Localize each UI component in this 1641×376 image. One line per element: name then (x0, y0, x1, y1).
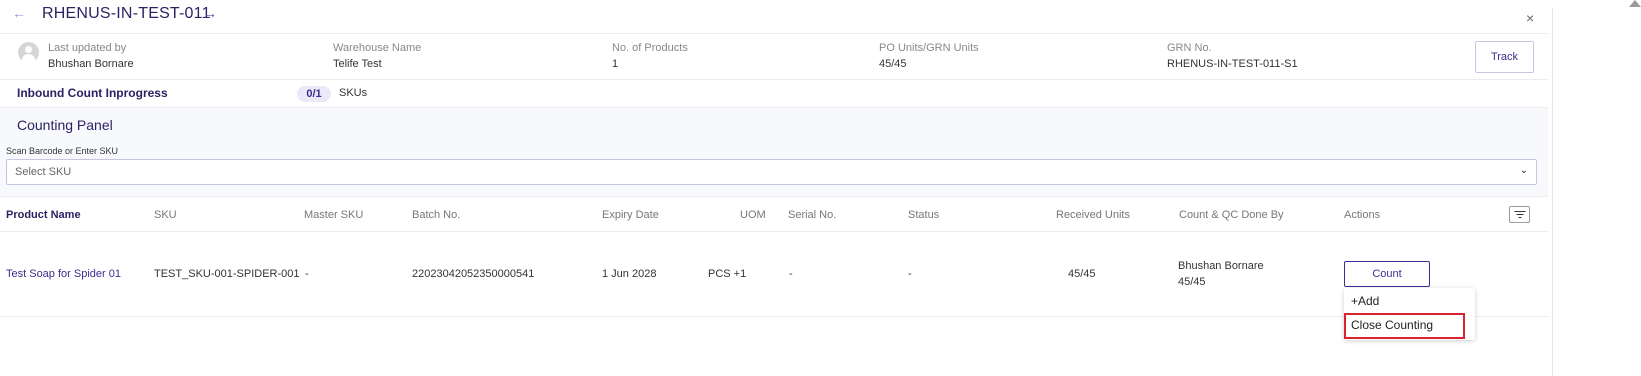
sku-select[interactable]: Select SKU ⌄ (6, 159, 1537, 185)
close-icon[interactable]: × (1526, 10, 1534, 26)
column-sku: SKU (154, 209, 177, 221)
scroll-up-icon[interactable] (1629, 0, 1641, 7)
table-header: Product Name SKU Master SKU Batch No. Ex… (0, 196, 1548, 232)
counting-panel: Counting Panel Scan Barcode or Enter SKU… (0, 108, 1548, 196)
last-updated-value: Bhushan Bornare (48, 58, 134, 70)
column-serial-no: Serial No. (788, 209, 837, 221)
column-received-units: Received Units (1056, 209, 1130, 221)
column-master-sku: Master SKU (304, 209, 364, 221)
grn-value: RHENUS-IN-TEST-011-S1 (1167, 58, 1298, 70)
column-expiry-date: Expiry Date (602, 209, 659, 221)
products-label: No. of Products (612, 42, 688, 54)
column-actions: Actions (1344, 209, 1381, 221)
add-menu-item[interactable]: +Add (1344, 290, 1475, 314)
track-button[interactable]: Track (1475, 41, 1534, 73)
sku-select-placeholder: Select SKU (15, 166, 72, 178)
page-title: RHENUS-IN-TEST-011 (42, 5, 211, 22)
column-status: Status (908, 209, 940, 221)
products-value: 1 (612, 58, 619, 70)
expiry-date-cell: 1 Jun 2028 (602, 268, 657, 280)
uom-cell[interactable]: PCS +1 (708, 268, 746, 280)
master-sku-cell: - (305, 268, 309, 280)
filter-line-mid (1516, 214, 1523, 215)
avatar-body (22, 54, 35, 63)
column-product-name: Product Name (6, 209, 81, 221)
status-cell: - (908, 268, 912, 280)
product-name-link[interactable]: Test Soap for Spider 01 (6, 268, 121, 280)
received-units-cell: 45/45 (1068, 268, 1096, 280)
chevron-down-icon: ⌄ (1519, 165, 1528, 176)
done-by-name: Bhushan Bornare (1178, 260, 1264, 272)
inbound-status-label: Inbound Count Inprogress (17, 86, 168, 100)
warehouse-label: Warehouse Name (333, 42, 422, 54)
avatar-head (25, 46, 32, 53)
back-arrow-icon[interactable]: ← (12, 5, 26, 21)
avatar (18, 42, 39, 63)
grn-label: GRN No. (1167, 42, 1212, 54)
warehouse-value: Telife Test (333, 58, 382, 70)
filter-icon[interactable] (1509, 206, 1530, 223)
units-value: 45/45 (879, 58, 907, 70)
forward-arrow-icon[interactable]: → (203, 5, 217, 21)
last-updated-label: Last updated by (48, 42, 127, 54)
top-bar: ← RHENUS-IN-TEST-011 → × (0, 0, 1620, 34)
grn-info-bar: Last updated by Bhushan Bornare Warehous… (0, 33, 1548, 80)
serial-no-cell: - (789, 268, 793, 280)
inbound-progress-bar: Inbound Count Inprogress 0/1 SKUs (0, 80, 1548, 108)
sku-count-badge: 0/1 (297, 86, 331, 102)
sku-cell: TEST_SKU-001-SPIDER-001 (154, 268, 300, 280)
counting-panel-title: Counting Panel (17, 117, 113, 133)
column-uom: UOM (740, 209, 766, 221)
batch-no-cell: 22023042052350000541 (412, 268, 535, 280)
column-count-qc-done-by: Count & QC Done By (1179, 209, 1284, 221)
sku-unit-label: SKUs (339, 87, 368, 99)
units-label: PO Units/GRN Units (879, 42, 979, 54)
filter-line-top (1514, 211, 1525, 212)
filter-line-bottom (1518, 217, 1521, 218)
close-counting-highlight (1344, 313, 1465, 339)
column-batch-no: Batch No. (412, 209, 461, 221)
scrollbar-track[interactable] (1552, 8, 1553, 376)
table-row: Test Soap for Spider 01 TEST_SKU-001-SPI… (0, 232, 1548, 317)
add-menu-label: +Add (1351, 294, 1380, 308)
count-button[interactable]: Count (1344, 261, 1430, 287)
scan-barcode-label: Scan Barcode or Enter SKU (6, 146, 119, 156)
done-by-units: 45/45 (1178, 276, 1206, 288)
